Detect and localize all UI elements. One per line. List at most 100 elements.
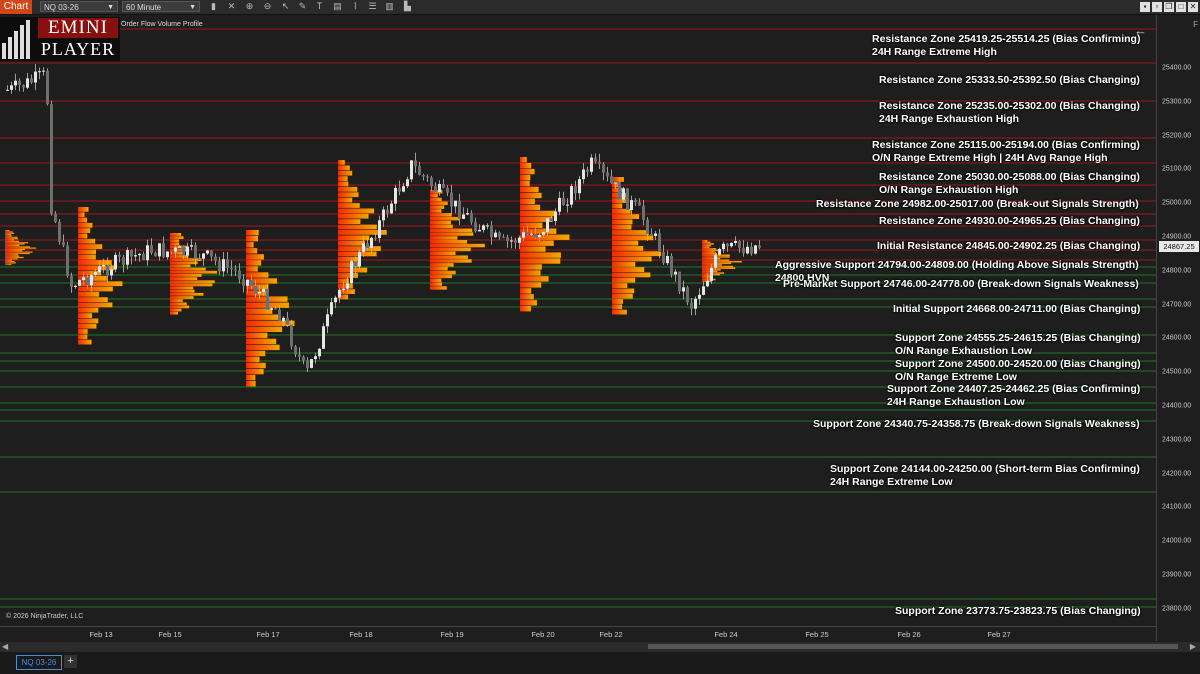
volume-profile-bar [702,275,712,277]
chart-window-tab[interactable]: Chart [0,0,32,14]
volume-profile-bar [702,249,720,252]
data-box-icon[interactable]: ▤ [332,1,343,12]
properties-icon[interactable]: ☰ [367,1,378,12]
candle-body [570,186,573,205]
volume-profile-bar [702,240,708,242]
volume-profile-bar [5,250,23,252]
candle-body [490,225,493,238]
volume-profile-bar [5,247,37,249]
link-icon[interactable]: ▪ [1140,2,1150,12]
candle-body [118,254,121,257]
volume-profile-bar [702,241,711,244]
volume-profile-bar [78,329,88,334]
volume-profile-bar [170,289,195,293]
volume-profile-bar [338,160,345,165]
bar-type-icon[interactable]: ▮ [208,1,219,12]
candle-body [74,285,77,287]
volume-profile-bar [520,240,554,246]
zoom-out-icon[interactable]: ⊖ [262,1,273,12]
candle-body [338,290,341,298]
zone-label-line: Pre-Market Support 24746.00-24778.00 (Br… [783,278,1139,290]
chart-scrollbar[interactable]: ◀ ▶ [0,642,1200,652]
zone-label-line: Support Zone 24144.00-24250.00 (Short-te… [830,463,1140,475]
volume-profile-bar [430,193,438,198]
restore-icon[interactable]: ❐ [1164,2,1174,12]
volume-profile-bar [246,248,258,254]
pointer-icon[interactable]: ↖ [280,1,291,12]
candle-body [274,308,277,310]
candle-body [270,308,273,310]
volume-profile-bar [170,305,189,309]
candle-body [550,218,553,221]
add-tab-button[interactable]: + [64,655,77,668]
logo-text-top: EMINI [38,18,118,38]
date-tick-label: Feb 15 [158,630,182,639]
volume-profile-bar [78,307,99,313]
candle-body [470,213,473,223]
candle-body [82,277,85,281]
volume-profile-bar [246,260,262,266]
strategy-icon[interactable]: ⌇ [350,1,361,12]
zone-label: Pre-Market Support 24746.00-24778.00 (Br… [783,278,1139,291]
candle-body [738,241,741,248]
volume-profile-bar [338,251,377,257]
volume-profile-bar [612,293,633,299]
candle-body [586,169,589,172]
volume-profile-bar [612,203,623,209]
instrument-selector[interactable]: NQ 03-26 ▼ [40,1,118,12]
zone-label-line: Initial Support 24668.00-24711.00 (Bias … [893,303,1141,315]
maximize-icon[interactable]: □ [1176,2,1186,12]
price-axis[interactable]: F 25400.00 25300.00 25200.00 25100.00 25000.… [1156,15,1200,641]
candle-body [382,209,385,221]
chart-panel[interactable]: EMINI PLAYER Order Flow Volume Profile ←… [0,15,1156,626]
zone-label: Resistance Zone 25419.25-25514.25 (Bias … [872,33,1140,58]
crosshair-icon[interactable]: ✕ [226,1,237,12]
volume-profile-bar [78,260,112,265]
candle-body [554,211,557,221]
volume-profile-bar [338,224,377,230]
text-icon[interactable]: T [314,1,325,12]
scroll-right-icon[interactable]: ▶ [1190,642,1196,651]
volume-profile-bar [78,286,113,292]
scroll-thumb[interactable] [648,644,1178,649]
volume-profile-bar [5,255,20,257]
order-book-icon[interactable]: ▥ [384,1,395,12]
volume-profile-bar [520,192,542,199]
volume-profile-bar [78,318,99,324]
minimize-icon[interactable]: ▫ [1152,2,1162,12]
instrument-tab[interactable]: NQ 03-26 [16,655,62,670]
pencil-icon[interactable]: ✎ [297,1,308,12]
candle-body [526,232,529,235]
candle-body [206,250,209,254]
candle-body [654,233,657,236]
volume-profile-bar [338,240,365,246]
volume-profile-bar [338,165,350,171]
candle-body [378,220,381,239]
volume-profile-bar [612,267,645,272]
candle-body [30,78,33,83]
volume-profile-bar [430,205,445,209]
volume-profile-bar [430,282,442,286]
volume-profile-bar [520,168,535,175]
candle-body [70,275,73,287]
zoom-in-icon[interactable]: ⊕ [244,1,255,12]
close-icon[interactable]: ✕ [1188,2,1198,12]
volume-profile-bar [612,299,623,304]
volume-profile-bar [430,286,447,290]
candle-body [502,236,505,238]
candle-body [86,277,89,286]
volume-profile-bar [430,197,442,202]
scroll-left-icon[interactable]: ◀ [2,642,8,651]
candle-body [646,219,649,234]
candle-body [446,187,449,193]
candle-body [606,172,609,177]
volume-icon[interactable]: ▙ [402,1,413,12]
interval-selector[interactable]: 60 Minute ▼ [122,1,200,12]
candle-body [138,253,141,256]
zone-label-line: Resistance Zone 25115.00-25194.00 (Bias … [872,139,1140,151]
logo-bars-icon [2,20,30,59]
price-tick-label: 25200.00 [1162,132,1192,140]
candle-body [26,78,29,88]
date-tick-label: Feb 20 [531,630,555,639]
date-axis[interactable]: Feb 13 Feb 15 Feb 17 Feb 18 Feb 19 Feb 20 Feb … [0,626,1156,642]
